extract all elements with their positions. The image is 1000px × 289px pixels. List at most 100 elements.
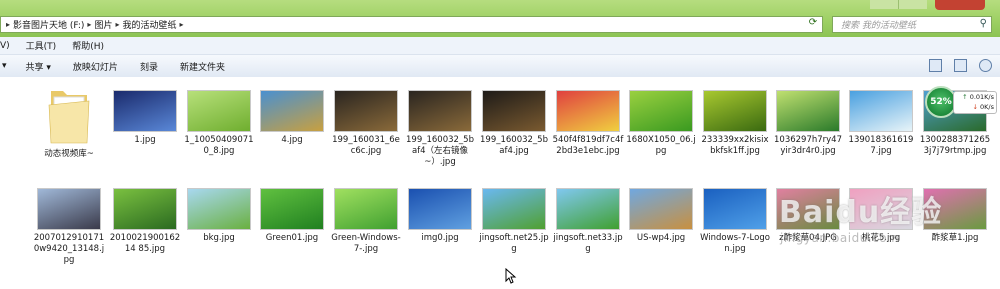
preview-pane-icon[interactable] (954, 59, 967, 72)
file-name: 1_100504090710_8.jpg (184, 135, 254, 156)
file-item[interactable]: 199_160031_6ec6c.jpg (330, 77, 402, 157)
breadcrumb-pictures[interactable]: 图片 (94, 18, 112, 31)
search-input[interactable]: 搜索 我的活动壁纸 ⚲ (832, 16, 992, 33)
folder-icon (48, 91, 90, 144)
search-icon[interactable]: ⚲ (980, 18, 987, 29)
new-folder-button[interactable]: 新建文件夹 (169, 60, 236, 73)
file-item[interactable]: z酢浆草04.JPG (772, 175, 844, 244)
image-thumbnail (483, 91, 545, 131)
file-item[interactable]: 540f4f819df7c4f2bd3e1ebc.jpg (552, 77, 624, 157)
file-name: 1.jpg (134, 135, 156, 145)
file-name: 桃花5.jpg (861, 233, 901, 243)
file-item[interactable]: Green-Windows-7-.jpg (330, 175, 402, 255)
file-name: 199_160031_6ec6c.jpg (332, 135, 400, 156)
file-name: jingsoft.net25.jpg (479, 233, 549, 254)
toolbar-chevron-icon[interactable]: ▾ (0, 61, 15, 71)
menu-help[interactable]: 帮助(H) (64, 39, 112, 52)
menu-bar: V) 工具(T) 帮助(H) (0, 37, 1000, 55)
file-item[interactable]: 1_100504090710_8.jpg (183, 77, 255, 157)
file-name: 20070129101710w9420_13148.jpg (33, 233, 105, 265)
image-thumbnail (557, 91, 619, 131)
image-thumbnail (261, 189, 323, 229)
file-item[interactable]: jingsoft.net33.jpg (552, 175, 624, 255)
file-item[interactable]: 4.jpg (256, 77, 328, 146)
image-thumbnail (261, 91, 323, 131)
breadcrumb-wallpapers[interactable]: 我的活动壁纸 (122, 18, 176, 31)
file-item[interactable]: Windows-7-Logon.jpg (699, 175, 771, 255)
burn-button[interactable]: 刻录 (129, 60, 169, 73)
file-name: 201002190016214 85.jpg (109, 233, 181, 254)
file-name: 酢浆草1.jpg (931, 233, 979, 243)
file-item[interactable]: bkg.jpg (183, 175, 255, 244)
file-item[interactable]: 199_160032_5baf4.jpg (478, 77, 550, 157)
change-view-icon[interactable] (929, 59, 942, 72)
image-thumbnail (335, 189, 397, 229)
upload-arrow-icon: ↑ (962, 93, 970, 101)
chevron-right-icon[interactable]: ▸ (179, 20, 183, 29)
image-thumbnail (850, 91, 912, 131)
network-speed-widget: 52% ↑ 0.01K/s ↓ 0K/s (925, 86, 999, 119)
command-bar: ▾ 共享 ▾ 放映幻灯片 刻录 新建文件夹 (0, 55, 1000, 78)
file-name: 199_160032_5baf4.jpg (480, 135, 548, 156)
minimize-button[interactable] (870, 0, 898, 9)
file-name: 233339xx2kisixbkfsk1ff.jpg (701, 135, 769, 156)
image-thumbnail (630, 189, 692, 229)
file-name: 540f4f819df7c4f2bd3e1ebc.jpg (552, 135, 624, 156)
image-thumbnail (557, 189, 619, 229)
close-button[interactable] (935, 0, 985, 10)
slideshow-button[interactable]: 放映幻灯片 (62, 60, 129, 73)
image-thumbnail (704, 91, 766, 131)
maximize-button[interactable] (898, 0, 927, 9)
image-thumbnail (188, 189, 250, 229)
upload-rate: 0.01K/s (969, 93, 994, 101)
file-name: Green-Windows-7-.jpg (331, 233, 401, 254)
address-bar[interactable]: ▸ 影音图片天地 (F:) ▸ 图片 ▸ 我的活动壁纸 ▸ (0, 16, 823, 33)
mouse-cursor-icon (505, 268, 517, 284)
folder-item[interactable]: 动态视频库~ (33, 77, 105, 160)
menu-view[interactable]: V) (0, 41, 18, 51)
file-item[interactable]: 1390183616197.jpg (845, 77, 917, 157)
chevron-right-icon[interactable]: ▸ (87, 20, 91, 29)
file-name: 1680X1050_06.jpg (626, 135, 696, 156)
search-placeholder: 搜索 我的活动壁纸 (841, 21, 916, 31)
file-item[interactable]: img0.jpg (404, 175, 476, 244)
image-thumbnail (630, 91, 692, 131)
download-arrow-icon: ↓ (972, 103, 981, 111)
file-item[interactable]: US-wp4.jpg (625, 175, 697, 244)
file-item[interactable]: 199_160032_5baf4（左右镜像~）.jpg (404, 77, 476, 168)
file-item[interactable]: Green01.jpg (256, 175, 328, 244)
file-item[interactable]: 1680X1050_06.jpg (625, 77, 697, 157)
chevron-right-icon[interactable]: ▸ (6, 20, 10, 29)
menu-tools[interactable]: 工具(T) (18, 39, 65, 52)
file-name: Green01.jpg (265, 233, 319, 243)
image-thumbnail (777, 91, 839, 131)
file-item[interactable]: 1036297h7ry47yir3dr4r0.jpg (772, 77, 844, 157)
network-rates: ↑ 0.01K/s ↓ 0K/s (953, 91, 997, 114)
image-thumbnail (38, 189, 100, 229)
image-thumbnail (924, 189, 986, 229)
chevron-right-icon[interactable]: ▸ (115, 20, 119, 29)
file-name: img0.jpg (421, 233, 459, 243)
image-thumbnail (188, 91, 250, 131)
file-item[interactable]: 酢浆草1.jpg (919, 175, 991, 244)
file-name: bkg.jpg (203, 233, 235, 243)
file-item[interactable]: 201002190016214 85.jpg (109, 175, 181, 255)
file-name: z酢浆草04.JPG (779, 233, 837, 243)
file-list: 动态视频库~ 1.jpg 1_100504090710_8.jpg 4.jpg 199_… (0, 77, 1000, 289)
image-thumbnail (114, 91, 176, 131)
share-button[interactable]: 共享 ▾ (15, 60, 62, 73)
image-thumbnail (409, 189, 471, 229)
image-thumbnail (777, 189, 839, 229)
file-item[interactable]: 20070129101710w9420_13148.jpg (33, 175, 105, 266)
image-thumbnail (483, 189, 545, 229)
image-thumbnail (409, 91, 471, 131)
file-item[interactable]: 233339xx2kisixbkfsk1ff.jpg (699, 77, 771, 157)
breadcrumb-drive[interactable]: 影音图片天地 (F:) (13, 18, 84, 31)
file-item[interactable]: 1.jpg (109, 77, 181, 146)
help-icon[interactable] (979, 59, 992, 72)
file-item[interactable]: jingsoft.net25.jpg (478, 175, 550, 255)
refresh-icon[interactable]: ⟳ (805, 17, 821, 31)
file-name: Windows-7-Logon.jpg (700, 233, 770, 254)
file-name: 动态视频库~ (44, 149, 94, 159)
file-item[interactable]: 桃花5.jpg (845, 175, 917, 244)
